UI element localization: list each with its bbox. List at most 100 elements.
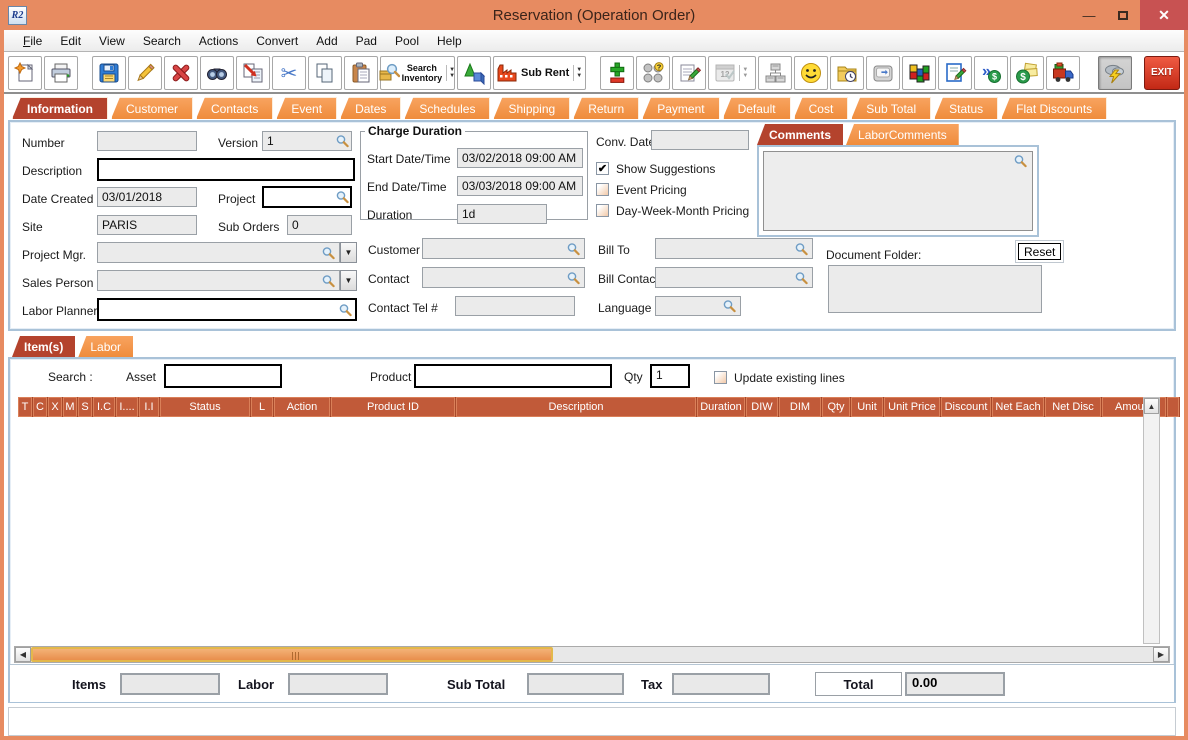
tab-flat-discounts[interactable]: Flat Discounts — [1001, 97, 1108, 119]
shapes-button[interactable] — [457, 55, 492, 90]
customer-field[interactable] — [422, 238, 585, 259]
notes-button[interactable] — [671, 55, 706, 90]
tab-cost[interactable]: Cost — [793, 97, 849, 119]
forward-dollar-button[interactable]: » $ — [974, 55, 1009, 90]
column-dim[interactable]: DIM — [779, 397, 821, 417]
column-i-c[interactable]: I.C — [93, 397, 115, 417]
keyboard-key-button[interactable] — [866, 55, 901, 90]
calendar-button[interactable]: 12 ▼ ▼ — [707, 55, 757, 90]
sub-rent-button[interactable]: Sub Rent ▼ ▼ — [493, 55, 587, 90]
column-i[interactable]: I.... — [116, 397, 138, 417]
tab-sub-total[interactable]: Sub Total — [851, 97, 932, 119]
contact-tel-field[interactable] — [455, 296, 575, 316]
scrollbar-thumb[interactable] — [31, 647, 553, 662]
scroll-right-button[interactable]: ▶ — [1153, 647, 1169, 662]
project-mgr-search-icon[interactable] — [322, 247, 335, 260]
bill-contact-field[interactable] — [655, 267, 813, 288]
column-s[interactable]: S — [78, 397, 92, 417]
comments-search-icon[interactable] — [1014, 155, 1027, 168]
tab-labor[interactable]: Labor — [78, 336, 134, 357]
menu-file[interactable]: File — [14, 32, 51, 50]
tab-payment[interactable]: Payment — [642, 97, 720, 119]
tab-dates[interactable]: Dates — [340, 97, 402, 119]
menu-help[interactable]: Help — [428, 32, 471, 50]
day-week-month-pricing-checkbox[interactable] — [596, 204, 609, 217]
bill-to-search-icon[interactable] — [795, 243, 808, 256]
tab-items[interactable]: Item(s) — [12, 336, 76, 357]
menu-actions[interactable]: Actions — [190, 32, 247, 50]
column-duration[interactable]: Duration — [697, 397, 745, 417]
version-search-icon[interactable] — [336, 135, 349, 148]
sales-person-field[interactable] — [97, 270, 340, 291]
truck-button[interactable] — [1046, 55, 1081, 90]
tab-status[interactable]: Status — [934, 97, 999, 119]
tab-event[interactable]: Event — [276, 97, 338, 119]
menu-add[interactable]: Add — [307, 32, 346, 50]
folder-clock-button[interactable] — [830, 55, 865, 90]
document-folder-field[interactable] — [828, 265, 1042, 313]
sales-person-dropdown[interactable]: ▼ — [340, 270, 357, 291]
vertical-scrollbar[interactable]: ▲ — [1143, 397, 1160, 644]
grid-body[interactable] — [18, 418, 1144, 643]
transfer-button[interactable] — [235, 55, 270, 90]
customer-search-icon[interactable] — [567, 243, 580, 256]
menu-convert[interactable]: Convert — [247, 32, 307, 50]
copy-button[interactable] — [307, 55, 342, 90]
project-search-icon[interactable] — [336, 191, 349, 204]
save-button[interactable] — [91, 55, 126, 90]
column-i-i[interactable]: I.I — [139, 397, 159, 417]
column-m[interactable]: M — [63, 397, 77, 417]
maximize-button[interactable] — [1106, 2, 1140, 28]
column-diw[interactable]: DIW — [746, 397, 778, 417]
language-search-icon[interactable] — [723, 300, 736, 313]
column-c[interactable]: C — [33, 397, 47, 417]
update-existing-lines-checkbox[interactable] — [714, 371, 727, 384]
column-unit-price[interactable]: Unit Price — [884, 397, 940, 417]
tab-shipping[interactable]: Shipping — [493, 97, 571, 119]
project-mgr-field[interactable] — [97, 242, 340, 263]
print-button[interactable] — [44, 55, 78, 90]
cut-button[interactable]: ✂ — [271, 55, 306, 90]
menu-pool[interactable]: Pool — [386, 32, 428, 50]
color-blocks-button[interactable] — [902, 55, 937, 90]
delete-button[interactable] — [163, 55, 198, 90]
bill-to-field[interactable] — [655, 238, 813, 259]
lightning-button[interactable] — [1098, 55, 1133, 90]
column-product-id[interactable]: Product ID — [331, 397, 455, 417]
tab-contacts[interactable]: Contacts — [196, 97, 274, 119]
site-field[interactable]: PARIS — [97, 215, 197, 235]
qty-search-field[interactable]: 1 — [650, 364, 690, 388]
reset-button[interactable]: Reset — [1018, 243, 1062, 260]
org-chart-button[interactable] — [758, 55, 793, 90]
tab-schedules[interactable]: Schedules — [404, 97, 491, 119]
labor-planner-search-icon[interactable] — [339, 304, 352, 317]
sales-person-search-icon[interactable] — [322, 275, 335, 288]
project-mgr-dropdown[interactable]: ▼ — [340, 242, 357, 263]
labor-planner-field[interactable] — [97, 298, 357, 321]
asset-search-field[interactable] — [164, 364, 282, 388]
column-net-each[interactable]: Net Each — [992, 397, 1044, 417]
column-t[interactable]: T — [18, 397, 32, 417]
show-suggestions-checkbox[interactable]: ✔ — [596, 162, 609, 175]
option-event-pricing[interactable]: Event Pricing — [596, 179, 749, 200]
tab-return[interactable]: Return — [573, 97, 640, 119]
paste-button[interactable] — [343, 55, 378, 90]
date-created-field[interactable]: 03/01/2018 — [97, 187, 197, 207]
contact-field[interactable] — [422, 267, 585, 288]
smiley-button[interactable] — [794, 55, 829, 90]
description-field[interactable] — [97, 158, 355, 181]
column-x[interactable]: X — [48, 397, 62, 417]
menu-edit[interactable]: Edit — [51, 32, 90, 50]
option-show-suggestions[interactable]: ✔ Show Suggestions — [596, 158, 749, 179]
scroll-up-button[interactable]: ▲ — [1144, 398, 1159, 414]
group-suggestions-button[interactable]: ? — [635, 55, 670, 90]
tab-customer[interactable]: Customer — [111, 97, 194, 119]
column-partial[interactable] — [1167, 397, 1179, 417]
comments-field[interactable] — [763, 151, 1033, 231]
add-remove-button[interactable] — [599, 55, 634, 90]
number-field[interactable] — [97, 131, 197, 151]
start-datetime-field[interactable]: 03/02/2018 09:00 AM — [457, 148, 583, 168]
find-button[interactable] — [199, 55, 234, 90]
column-unit[interactable]: Unit — [851, 397, 883, 417]
search-inventory-button[interactable]: Search Inventory ▼ ▼ — [379, 55, 456, 90]
